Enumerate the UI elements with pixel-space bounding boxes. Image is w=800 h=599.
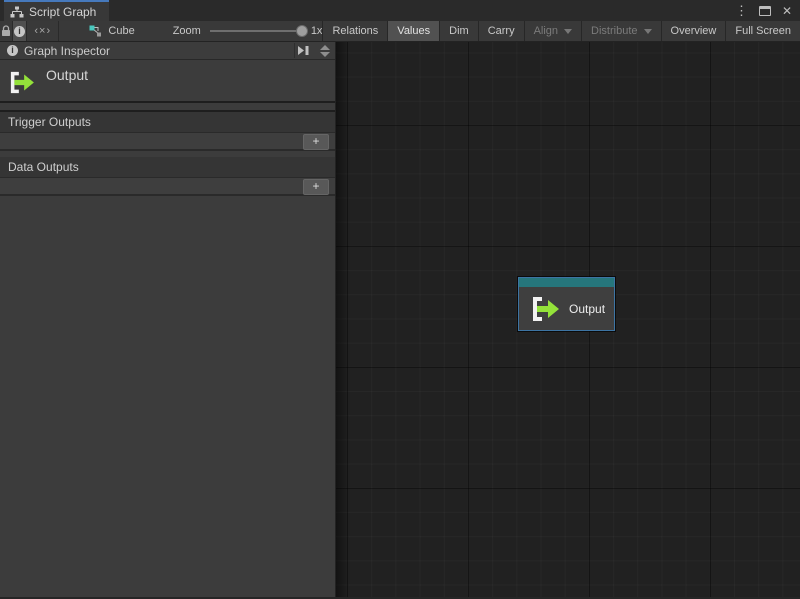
button-label: Relations — [332, 25, 378, 37]
trigger-outputs-list[interactable]: + — [0, 133, 335, 151]
chevron-up-icon — [320, 45, 330, 50]
close-icon[interactable]: ✕ — [782, 5, 792, 17]
button-label: Align — [534, 25, 558, 37]
maximize-icon[interactable] — [759, 6, 771, 16]
trigger-outputs-label: Trigger Outputs — [0, 112, 335, 133]
align-dropdown[interactable]: Align — [524, 21, 581, 41]
graph-canvas[interactable]: Output — [336, 42, 800, 597]
button-label: Full Screen — [735, 25, 791, 37]
inspect-toggle-button[interactable]: i — [13, 21, 27, 41]
code-icon: ‹×› — [34, 25, 51, 37]
lock-icon — [1, 25, 11, 37]
button-label: Dim — [449, 25, 469, 37]
inspector-empty-area — [0, 196, 335, 597]
breadcrumb-label: Cube — [108, 25, 134, 37]
zoom-label: Zoom — [173, 25, 201, 37]
window-controls: ⋮ ✕ — [735, 0, 800, 21]
code-view-button[interactable]: ‹×› — [27, 21, 59, 41]
data-outputs-label: Data Outputs — [0, 157, 335, 178]
zoom-slider-handle[interactable] — [296, 25, 308, 37]
output-node-body: Output — [519, 287, 614, 330]
overview-button[interactable]: Overview — [661, 21, 726, 41]
zoom-control: Zoom 1x — [173, 21, 323, 41]
values-button[interactable]: Values — [387, 21, 439, 41]
data-outputs-list[interactable]: + — [0, 178, 335, 196]
output-node[interactable]: Output — [518, 277, 615, 331]
chevron-down-icon — [564, 29, 572, 34]
main-area: i Graph Inspector Outpu — [0, 42, 800, 597]
lock-button[interactable] — [0, 21, 13, 41]
full-screen-button[interactable]: Full Screen — [725, 21, 800, 41]
output-node-header[interactable] — [519, 278, 614, 287]
graph-toolbar: i ‹×› Cube Zoom 1x Relations — [0, 21, 800, 42]
add-data-output-button[interactable]: + — [303, 179, 329, 195]
zoom-slider[interactable] — [210, 30, 302, 32]
output-unit-icon — [530, 296, 560, 322]
tab-bar: Script Graph ⋮ ✕ — [0, 0, 800, 21]
dock-right-icon — [298, 46, 309, 55]
button-label: Distribute — [591, 25, 637, 37]
tab-script-graph[interactable]: Script Graph — [4, 0, 109, 21]
unit-preview-title: Output — [46, 67, 88, 83]
info-icon: i — [14, 26, 25, 37]
panel-expander[interactable] — [318, 43, 332, 59]
view-toggle-group: Relations Values Dim Carry Align Distrib… — [322, 21, 800, 41]
panel-shadow — [336, 42, 350, 597]
relations-button[interactable]: Relations — [322, 21, 387, 41]
script-graph-icon — [10, 6, 24, 18]
graph-inspector-panel: i Graph Inspector Outpu — [0, 42, 336, 597]
carry-button[interactable]: Carry — [478, 21, 524, 41]
info-icon: i — [7, 45, 18, 56]
dim-button[interactable]: Dim — [439, 21, 478, 41]
inspector-title: Graph Inspector — [24, 44, 110, 58]
unit-preview: Output — [0, 60, 335, 103]
chevron-down-icon — [644, 29, 652, 34]
inspector-spacer — [0, 103, 335, 112]
dock-right-button[interactable] — [294, 43, 312, 58]
chevron-down-icon — [320, 52, 330, 57]
add-trigger-output-button[interactable]: + — [303, 134, 329, 150]
output-node-title: Output — [569, 302, 605, 316]
output-unit-icon — [8, 71, 35, 94]
breadcrumb[interactable]: Cube — [59, 21, 148, 41]
tab-label: Script Graph — [29, 5, 96, 19]
unit-graph-icon — [89, 25, 102, 38]
menu-kebab-icon[interactable]: ⋮ — [735, 4, 748, 17]
button-label: Overview — [671, 25, 717, 37]
inspector-header: i Graph Inspector — [0, 42, 335, 60]
script-graph-window: Script Graph ⋮ ✕ i ‹×› — [0, 0, 800, 599]
zoom-value: 1x — [311, 25, 323, 37]
distribute-dropdown[interactable]: Distribute — [581, 21, 660, 41]
button-label: Values — [397, 25, 430, 37]
button-label: Carry — [488, 25, 515, 37]
